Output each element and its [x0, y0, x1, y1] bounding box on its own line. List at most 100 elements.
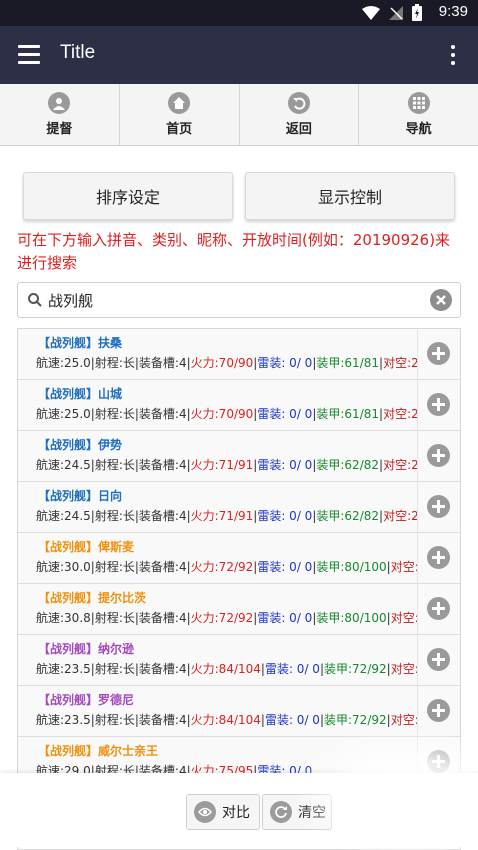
compare-label: 对比: [222, 805, 250, 821]
ship-info: 【战列舰】纳尔逊 航速:23.5|射程:长|装备槽:4|火力:84/104|雷装:…: [18, 635, 418, 685]
add-ship-icon[interactable]: [427, 444, 450, 467]
nav-admiral[interactable]: 提督: [0, 84, 120, 145]
stat-speed: 航速:30.8: [36, 611, 91, 625]
refresh-icon: [270, 801, 292, 823]
ship-stats: 航速:23.5|射程:长|装备槽:4|火力:84/104|雷装: 0/ 0|装甲…: [18, 661, 417, 677]
ship-info: 【战列舰】伊势航速:24.5|射程:长|装备槽:4|火力:71/91|雷装: 0…: [18, 431, 418, 481]
add-ship-icon[interactable]: [427, 648, 450, 671]
stat-armor: 装甲:62/82: [316, 458, 380, 472]
status-time: 9:39: [438, 3, 468, 20]
clear-button[interactable]: 清空: [262, 794, 332, 830]
display-control-button[interactable]: 显示控制: [245, 172, 455, 220]
stat-armor: 装甲:61/81: [316, 356, 380, 370]
stat-range: 射程:长: [94, 356, 135, 370]
stat-slots: 装备槽:4: [138, 509, 187, 523]
clear-search-icon[interactable]: [430, 289, 452, 311]
ship-stats: 航速:30.8|射程:长|装备槽:4|火力:72/92|雷装: 0/ 0|装甲:…: [18, 610, 417, 626]
add-ship-icon[interactable]: [427, 597, 450, 620]
nav-label: 返回: [285, 122, 312, 137]
ship-row[interactable]: 【战列舰】俾斯麦 航速:30.0|射程:长|装备槽:4|火力:72/92|雷装: …: [18, 533, 460, 584]
ship-stats: 航速:24.5|射程:长|装备槽:4|火力:71/91|雷装: 0/ 0|装甲:…: [18, 457, 417, 473]
stat-armor: 装甲:80/100: [316, 611, 387, 625]
person-icon: [48, 92, 71, 114]
ship-row[interactable]: 【战列舰】纳尔逊 航速:23.5|射程:长|装备槽:4|火力:84/104|雷装:…: [18, 635, 460, 686]
ship-row[interactable]: 【战列舰】提尔比茨 航速:30.8|射程:长|装备槽:4|火力:72/92|雷装:…: [18, 584, 460, 635]
stat-range: 射程:长: [94, 509, 135, 523]
nav-label: 导航: [405, 122, 432, 137]
stat-armor: 装甲:62/82: [316, 509, 380, 523]
ship-name: 【战列舰】伊势: [38, 438, 123, 452]
stat-firepower: 火力:71/91: [190, 509, 254, 523]
add-ship-icon[interactable]: [427, 546, 450, 569]
stat-firepower: 火力:70/90: [190, 356, 254, 370]
add-ship-icon[interactable]: [427, 699, 450, 722]
stat-anti-air: 对空:22: [383, 458, 418, 472]
stat-range: 射程:长: [94, 458, 135, 472]
stat-slots: 装备槽:4: [138, 713, 187, 727]
stat-anti-air: 对空:20: [383, 356, 418, 370]
clear-label: 清空: [298, 805, 326, 821]
stat-range: 射程:长: [94, 407, 135, 421]
add-ship-icon[interactable]: [427, 393, 450, 416]
stat-armor: 装甲:72/92: [324, 713, 387, 727]
app-bar: Title: [0, 26, 478, 84]
stat-range: 射程:长: [94, 713, 135, 727]
stat-slots: 装备槽:4: [138, 356, 187, 370]
stat-torpedo: 雷装: 0/ 0: [257, 560, 313, 574]
stat-speed: 航速:25.0: [36, 407, 91, 421]
search-input[interactable]: [48, 287, 418, 313]
ship-row[interactable]: 【战列舰】山城 航速:25.0|射程:长|装备槽:4|火力:70/90|雷装: 0…: [18, 380, 460, 431]
stat-speed: 航速:23.5: [36, 662, 91, 676]
compare-button[interactable]: 对比: [186, 794, 260, 830]
stat-anti-air: 对空:22: [383, 509, 418, 523]
add-ship-icon[interactable]: [427, 342, 450, 365]
stat-armor: 装甲:61/81: [316, 407, 380, 421]
stat-torpedo: 雷装: 0/ 0: [257, 458, 313, 472]
stat-anti-air: 对空:4: [390, 662, 417, 676]
stat-slots: 装备槽:4: [138, 662, 187, 676]
search-icon: [28, 293, 42, 307]
nav-back[interactable]: 返回: [240, 84, 360, 145]
ship-row[interactable]: 【战列舰】伊势航速:24.5|射程:长|装备槽:4|火力:71/91|雷装: 0…: [18, 431, 460, 482]
ship-name: 【战列舰】日向: [38, 489, 123, 503]
sort-settings-button[interactable]: 排序设定: [23, 172, 233, 220]
stat-firepower: 火力:84/104: [190, 713, 261, 727]
stat-firepower: 火力:72/92: [190, 611, 254, 625]
stat-torpedo: 雷装: 0/ 0: [264, 713, 320, 727]
stat-firepower: 火力:84/104: [190, 662, 261, 676]
add-ship-icon[interactable]: [427, 495, 450, 518]
ship-info: 【战列舰】罗德尼 航速:23.5|射程:长|装备槽:4|火力:84/104|雷装:…: [18, 686, 418, 736]
add-ship-icon[interactable]: [427, 750, 450, 773]
nav-label: 首页: [166, 122, 193, 137]
stat-torpedo: 雷装: 0/ 0: [264, 662, 320, 676]
status-bar: 9:39: [0, 0, 478, 26]
ship-row[interactable]: 【战列舰】扶桑 航速:25.0|射程:长|装备槽:4|火力:70/90|雷装: 0…: [18, 329, 460, 380]
stat-anti-air: 对空:20: [383, 407, 418, 421]
app-title: Title: [60, 42, 96, 63]
stat-speed: 航速:24.5: [36, 509, 91, 523]
search-box: [17, 282, 461, 318]
ship-info: 【战列舰】扶桑 航速:25.0|射程:长|装备槽:4|火力:70/90|雷装: 0…: [18, 329, 418, 379]
ship-name: 【战列舰】罗德尼: [38, 693, 135, 707]
nav-home[interactable]: 首页: [120, 84, 240, 145]
stat-anti-air: 对空:2: [390, 560, 417, 574]
stat-slots: 装备槽:4: [138, 560, 187, 574]
ship-row[interactable]: 【战列舰】日向 航速:24.5|射程:长|装备槽:4|火力:71/91|雷装: 0…: [18, 482, 460, 533]
ship-stats: 航速:25.0|射程:长|装备槽:4|火力:70/90|雷装: 0/ 0|装甲:…: [18, 355, 417, 371]
hamburger-menu-icon[interactable]: [18, 45, 40, 65]
home-icon: [168, 92, 191, 114]
ship-name: 【战列舰】山城: [38, 387, 123, 401]
ship-stats: 航速:30.0|射程:长|装备槽:4|火力:72/92|雷装: 0/ 0|装甲:…: [18, 559, 417, 575]
ship-name: 【战列舰】威尔士亲王: [38, 744, 159, 758]
stat-armor: 装甲:72/92: [324, 662, 387, 676]
eye-icon: [194, 801, 216, 823]
ship-row[interactable]: 【战列舰】罗德尼 航速:23.5|射程:长|装备槽:4|火力:84/104|雷装:…: [18, 686, 460, 737]
more-vert-icon[interactable]: [450, 45, 456, 67]
stat-range: 射程:长: [94, 560, 135, 574]
stat-anti-air: 对空:2: [390, 611, 417, 625]
ship-info: 【战列舰】俾斯麦 航速:30.0|射程:长|装备槽:4|火力:72/92|雷装: …: [18, 533, 418, 583]
nav-navigation[interactable]: 导航: [359, 84, 478, 145]
back-icon: [287, 92, 310, 114]
status-icons: [362, 4, 422, 21]
stat-speed: 航速:24.5: [36, 458, 91, 472]
